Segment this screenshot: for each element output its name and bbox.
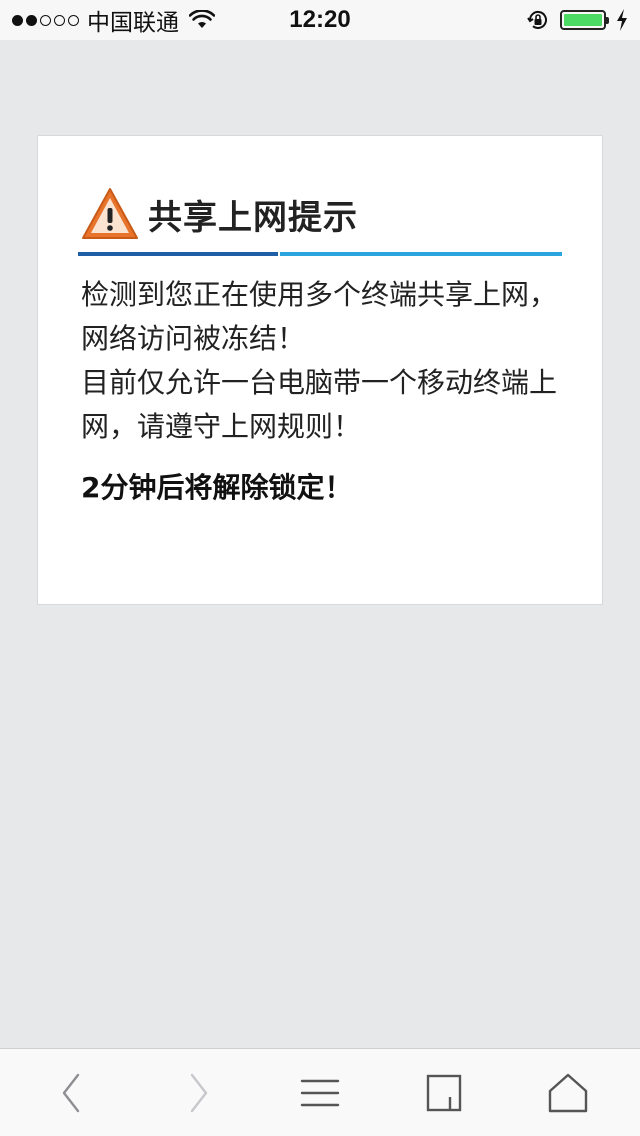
menu-icon — [300, 1079, 340, 1107]
back-icon — [62, 1073, 80, 1113]
alert-message: 检测到您正在使用多个终端共享上网，网络访问被冻结！ 目前仅允许一台电脑带一个移动… — [81, 273, 561, 449]
home-button[interactable] — [544, 1069, 592, 1117]
rotation-lock-icon — [527, 11, 547, 29]
title-divider — [78, 252, 562, 256]
alert-card: 共享上网提示 检测到您正在使用多个终端共享上网，网络访问被冻结！ 目前仅允许一台… — [37, 135, 603, 605]
alert-title: 共享上网提示 — [148, 197, 358, 238]
tabs-button[interactable] — [420, 1069, 468, 1117]
status-bar: 中国联通 12:20 — [0, 0, 640, 40]
home-icon — [548, 1073, 588, 1113]
menu-button[interactable] — [296, 1069, 344, 1117]
forward-button[interactable] — [174, 1069, 222, 1117]
battery-icon — [560, 10, 609, 30]
alert-header: 共享上网提示 — [80, 186, 358, 242]
browser-toolbar — [0, 1048, 640, 1136]
charging-icon — [617, 9, 627, 31]
warning-triangle-icon — [82, 188, 138, 239]
alert-message-line: 检测到您正在使用多个终端共享上网，网络访问被冻结！ — [81, 278, 558, 355]
forward-icon — [190, 1073, 208, 1113]
unlock-countdown: 2分钟后将解除锁定！ — [81, 471, 353, 504]
status-right — [526, 0, 628, 40]
alert-message-line: 目前仅允许一台电脑带一个移动终端上网，请遵守上网规则！ — [81, 366, 558, 443]
back-button[interactable] — [48, 1069, 96, 1117]
tabs-icon — [426, 1074, 462, 1112]
